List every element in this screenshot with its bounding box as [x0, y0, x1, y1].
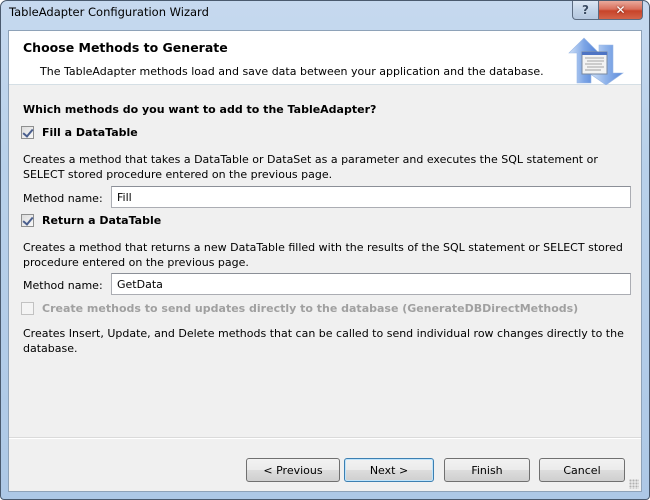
fill-datatable-label: Fill a DataTable	[42, 126, 138, 139]
wizard-body: Which methods do you want to add to the …	[9, 86, 641, 436]
transfer-arrows-icon	[568, 37, 624, 85]
direct-methods-label: Create methods to send updates directly …	[42, 302, 579, 315]
fill-method-name-input[interactable]	[111, 186, 631, 208]
fill-method-name-label: Method name:	[23, 192, 103, 205]
return-method-name-label: Method name:	[23, 279, 103, 292]
close-icon: ✕	[615, 3, 626, 17]
next-button[interactable]: Next >	[344, 458, 434, 482]
previous-button[interactable]: < Previous	[246, 458, 340, 482]
direct-methods-description: Creates Insert, Update, and Delete metho…	[23, 327, 624, 355]
caption-buttons: ? ✕	[572, 1, 643, 21]
help-button[interactable]: ?	[572, 1, 599, 20]
return-method-name-input[interactable]	[111, 273, 631, 295]
fill-datatable-checkbox[interactable]	[21, 126, 34, 139]
wizard-header: Choose Methods to Generate The TableAdap…	[9, 31, 641, 85]
close-button[interactable]: ✕	[599, 1, 643, 20]
return-datatable-option[interactable]: Return a DataTable	[21, 214, 161, 227]
help-icon: ?	[582, 3, 589, 17]
cancel-button[interactable]: Cancel	[539, 458, 625, 482]
resize-grip[interactable]	[629, 479, 639, 489]
direct-methods-option[interactable]: Create methods to send updates directly …	[21, 302, 578, 315]
return-datatable-description: Creates a method that returns a new Data…	[23, 241, 623, 269]
direct-methods-checkbox[interactable]	[21, 302, 34, 315]
methods-question: Which methods do you want to add to the …	[23, 103, 377, 116]
window-title: TableAdapter Configuration Wizard	[9, 5, 209, 19]
wizard-window: TableAdapter Configuration Wizard ? ✕ Ch…	[0, 0, 650, 500]
page-title: Choose Methods to Generate	[23, 40, 228, 55]
fill-datatable-description: Creates a method that takes a DataTable …	[23, 153, 598, 181]
footer-divider	[9, 437, 641, 439]
wizard-client-area: Choose Methods to Generate The TableAdap…	[8, 30, 642, 492]
return-datatable-label: Return a DataTable	[42, 214, 162, 227]
page-subtitle: The TableAdapter methods load and save d…	[40, 65, 544, 78]
return-datatable-checkbox[interactable]	[21, 214, 34, 227]
finish-button[interactable]: Finish	[444, 458, 530, 482]
title-bar[interactable]: TableAdapter Configuration Wizard ? ✕	[1, 1, 649, 23]
fill-datatable-option[interactable]: Fill a DataTable	[21, 126, 138, 139]
